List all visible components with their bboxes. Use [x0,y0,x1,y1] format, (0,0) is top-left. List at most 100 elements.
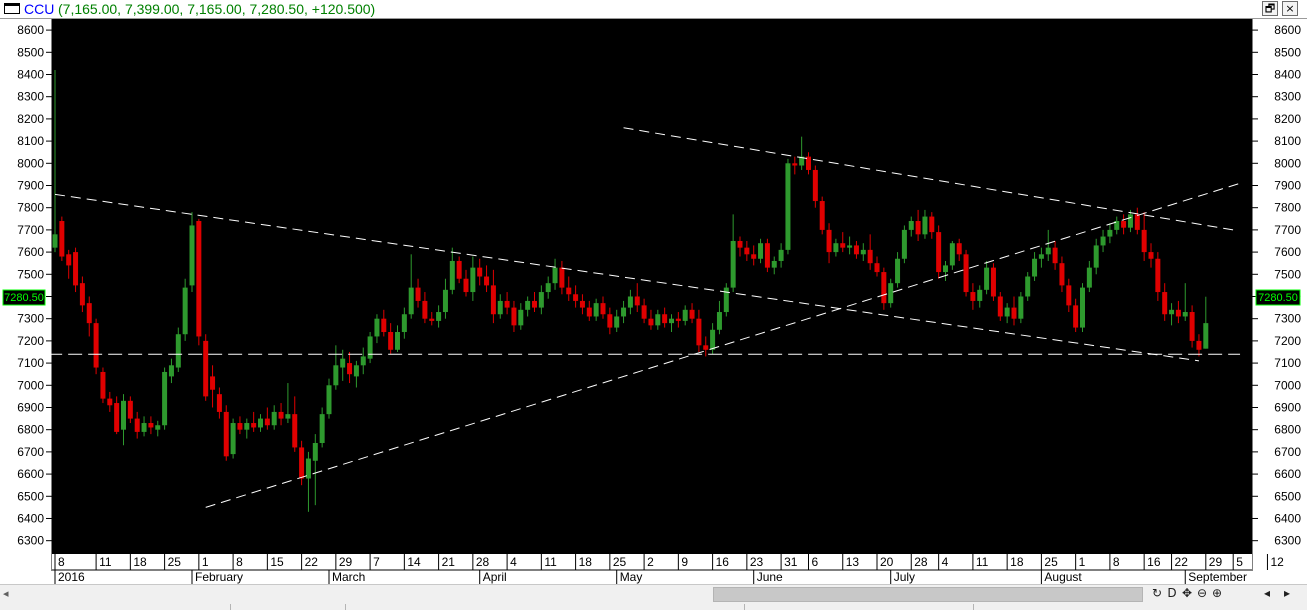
y-tick-label: 6600 [17,467,44,481]
candle-body [100,371,106,399]
candle-body [436,312,442,321]
candle-body [196,221,202,337]
y-tick-label: 6900 [1274,400,1301,414]
candle-body [847,245,853,248]
last-price-tag-left: 7280.50 [4,292,44,304]
candle-body [586,307,592,317]
candle-body [299,447,305,479]
candle-body [189,225,195,286]
candle-body [901,229,907,259]
candle-body [484,276,490,286]
candle-body [429,318,435,321]
x-day-label: 12 [1270,555,1284,569]
x-day-label: 15 [270,555,284,569]
daily-icon[interactable]: D [1165,586,1179,600]
candle-body [936,232,942,273]
candle-body [353,365,359,377]
candle-body [785,163,791,250]
x-day-label: 11 [976,555,989,569]
candle-body [819,201,825,230]
price-chart[interactable]: 6300 6400 6500 6600 6700 6800 6900 7000 7100 7200… [0,19,1307,584]
scroll-thumb[interactable] [713,587,1143,602]
y-tick-label: 6300 [1274,534,1301,548]
y-tick-label: 6700 [1274,445,1301,459]
y-tick-label: 7500 [1274,267,1301,281]
close-button[interactable]: × [1282,1,1298,16]
y-tick-label: 8500 [1274,45,1301,59]
ohlc-summary: (7,165.00, 7,399.00, 7,165.00, 7,280.50,… [58,1,376,17]
candle-body [1018,296,1024,319]
candle-body [312,443,318,461]
candle-body [1169,309,1175,315]
candle-body [1059,263,1065,286]
candle-body [716,312,722,330]
x-month-label: April [483,570,507,584]
candle-body [614,316,620,328]
x-day-label: 4 [942,555,949,569]
x-day-label: 16 [716,555,730,569]
candle-body [333,365,339,386]
candle-body [1148,252,1154,259]
candle-body [723,287,729,313]
refresh-icon[interactable]: ↻ [1150,586,1164,600]
scroll-right-icon[interactable]: ▸ [1280,586,1294,600]
candle-body [292,414,298,448]
x-day-label: 29 [1209,555,1223,569]
x-day-label: 1 [1079,555,1086,569]
scroll-tick [744,604,745,610]
candle-body [744,247,750,255]
candle-body [689,309,695,319]
y-tick-label: 8400 [17,67,44,81]
candle-body [114,403,120,432]
y-tick-label: 7900 [1274,178,1301,192]
candle-body [662,314,668,324]
x-month-label: August [1044,570,1082,584]
candle-body [648,318,654,326]
x-month-label: February [195,570,243,584]
y-tick-label: 7600 [1274,245,1301,259]
candle-body [730,240,736,288]
candle-body [1182,312,1188,317]
candle-body [59,221,65,257]
x-day-label: 31 [784,555,798,569]
candle-body [682,309,688,321]
x-day-label: 16 [1147,555,1161,569]
scrollbar[interactable]: ◂ ↻ D ✥ ⊖ ⊕ ◂ ▸ [0,584,1307,610]
x-day-label: 23 [750,555,764,569]
candle-body [340,358,346,368]
zoom-out-icon[interactable]: ⊖ [1195,586,1209,600]
scroll-left-arrow[interactable]: ◂ [3,587,9,600]
candle-body [956,243,962,255]
candle-body [230,423,236,455]
candle-body [655,314,661,326]
y-tick-label: 8300 [1274,90,1301,104]
candle-body [456,260,462,279]
y-tick-label: 7800 [1274,201,1301,215]
plot-area[interactable] [52,19,1252,554]
candle-body [579,300,585,308]
candle-body [669,318,674,324]
candle-body [1100,236,1106,246]
candle-body [518,309,524,326]
restore-button[interactable]: 🗗 [1262,1,1278,16]
y-tick-label: 8300 [17,90,44,104]
candle-body [141,423,147,432]
candle-body [1189,312,1195,341]
candle-body [1045,247,1051,255]
candle-body [908,221,914,230]
candle-body [990,267,996,297]
y-tick-label: 8400 [1274,67,1301,81]
x-day-label: 11 [544,555,557,569]
candle-body [1155,258,1161,293]
candle-body [758,243,764,259]
move-icon[interactable]: ✥ [1180,586,1194,600]
candle-body [1175,309,1181,317]
candle-body [566,287,572,295]
y-tick-label: 7000 [1274,378,1301,392]
candle-body [1127,214,1133,228]
zoom-in-icon[interactable]: ⊕ [1210,586,1224,600]
candle-body [915,221,921,235]
y-tick-label: 7300 [17,312,44,326]
y-tick-label: 8500 [17,45,44,59]
scroll-left-icon[interactable]: ◂ [1260,586,1274,600]
